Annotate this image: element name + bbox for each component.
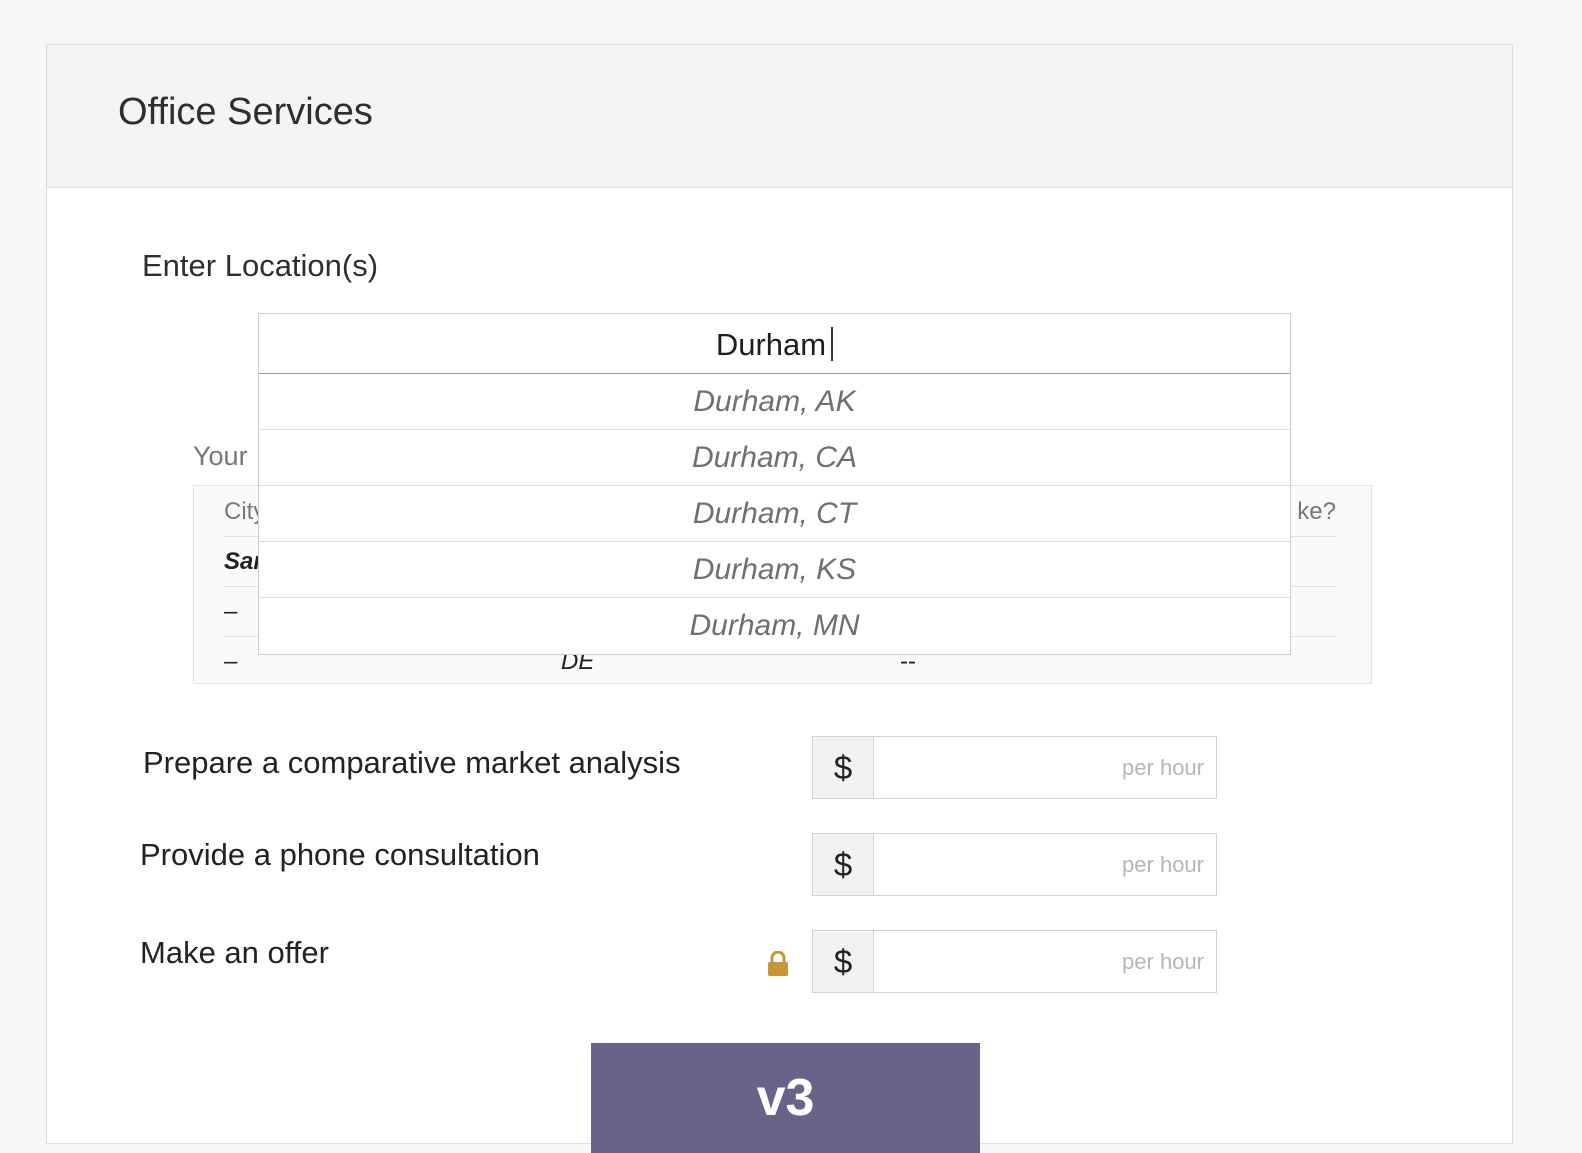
location-suggestions-dropdown: Durham, AK Durham, CA Durham, CT Durham,… [258, 374, 1291, 655]
service-label-market-analysis: Prepare a comparative market analysis [143, 745, 681, 780]
dollar-addon: $ [813, 737, 874, 798]
price-input-phone-consultation[interactable] [874, 834, 1216, 895]
table-cell: – [224, 598, 238, 625]
price-field-make-offer: $ [812, 930, 1217, 993]
price-field-phone-consultation: $ [812, 833, 1217, 896]
service-label-make-offer: Make an offer [140, 935, 329, 970]
locations-table-label: Your [193, 441, 248, 471]
suggestion-item[interactable]: Durham, CA [259, 430, 1290, 486]
text-cursor [831, 326, 834, 361]
office-services-card: Office Services Enter Location(s) Your C… [46, 44, 1513, 1153]
dollar-addon: $ [813, 834, 874, 895]
suggestion-item[interactable]: Durham, KS [259, 542, 1290, 598]
table-cell: – [224, 648, 238, 675]
price-field-market-analysis: $ [812, 736, 1217, 799]
service-label-phone-consultation: Provide a phone consultation [140, 837, 540, 872]
dollar-addon: $ [813, 931, 874, 992]
column-header-last: ke? [1297, 498, 1336, 525]
card-title: Office Services [118, 91, 373, 133]
location-search-value: Durham [715, 327, 827, 362]
location-search-input[interactable]: Durham [258, 313, 1291, 374]
card-header: Office Services [47, 45, 1512, 188]
lock-icon[interactable] [767, 951, 789, 977]
price-input-market-analysis[interactable] [874, 737, 1216, 798]
table-cell: Sar [224, 548, 263, 575]
price-input-make-offer[interactable] [874, 931, 1216, 992]
suggestion-item[interactable]: Durham, AK [259, 374, 1290, 430]
suggestion-item[interactable]: Durham, MN [259, 598, 1290, 654]
v3-button[interactable]: v3 [591, 1043, 980, 1153]
suggestion-item[interactable]: Durham, CT [259, 486, 1290, 542]
enter-location-label: Enter Location(s) [142, 248, 379, 283]
